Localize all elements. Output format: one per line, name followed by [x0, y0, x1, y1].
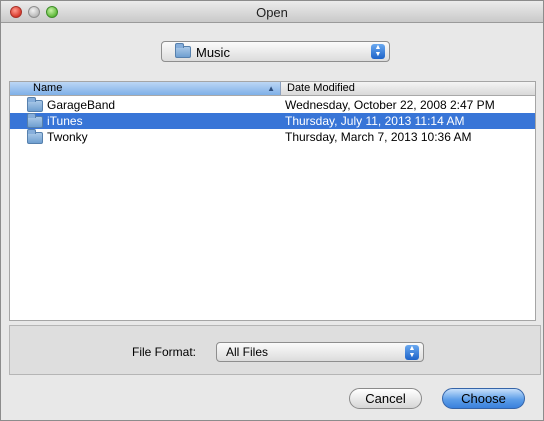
window-title: Open: [256, 5, 288, 20]
file-row-selected[interactable]: iTunes Thursday, July 11, 2013 11:14 AM: [10, 113, 535, 129]
folder-icon: [27, 129, 43, 144]
name-column-header[interactable]: Name ▲: [10, 82, 281, 95]
file-format-bar: File Format: All Files ▲ ▼: [9, 325, 541, 375]
open-dialog: Open Music ▲ ▼ Name ▲ Date Modified Garag…: [0, 0, 544, 421]
file-date: Thursday, March 7, 2013 10:36 AM: [285, 130, 472, 144]
file-format-label: File Format:: [132, 345, 197, 359]
file-name: Twonky: [47, 130, 88, 144]
file-format-popup[interactable]: All Files ▲ ▼: [216, 342, 424, 362]
file-browser[interactable]: Name ▲ Date Modified GarageBand Wednesda…: [9, 81, 536, 321]
date-modified-column-header[interactable]: Date Modified: [287, 82, 355, 94]
file-row[interactable]: Twonky Thursday, March 7, 2013 10:36 AM: [10, 129, 535, 145]
sort-ascending-icon: ▲: [267, 84, 275, 93]
file-date: Thursday, July 11, 2013 11:14 AM: [285, 114, 465, 128]
file-name: iTunes: [47, 114, 83, 128]
location-popup[interactable]: Music ▲ ▼: [161, 41, 390, 62]
popup-stepper-icon: ▲ ▼: [405, 345, 419, 360]
file-name: GarageBand: [47, 98, 116, 112]
cancel-button[interactable]: Cancel: [349, 388, 422, 409]
folder-icon: [27, 113, 43, 128]
column-headers: Name ▲ Date Modified: [10, 82, 535, 96]
title-bar: Open: [1, 1, 543, 23]
name-column-label: Name: [33, 82, 63, 94]
file-date: Wednesday, October 22, 2008 2:47 PM: [285, 98, 495, 112]
music-folder-icon: [175, 43, 191, 58]
location-label: Music: [196, 45, 230, 60]
popup-stepper-icon: ▲ ▼: [371, 44, 385, 59]
choose-button[interactable]: Choose: [442, 388, 525, 409]
file-row[interactable]: GarageBand Wednesday, October 22, 2008 2…: [10, 97, 535, 113]
folder-icon: [27, 97, 43, 112]
file-format-value: All Files: [226, 345, 269, 359]
